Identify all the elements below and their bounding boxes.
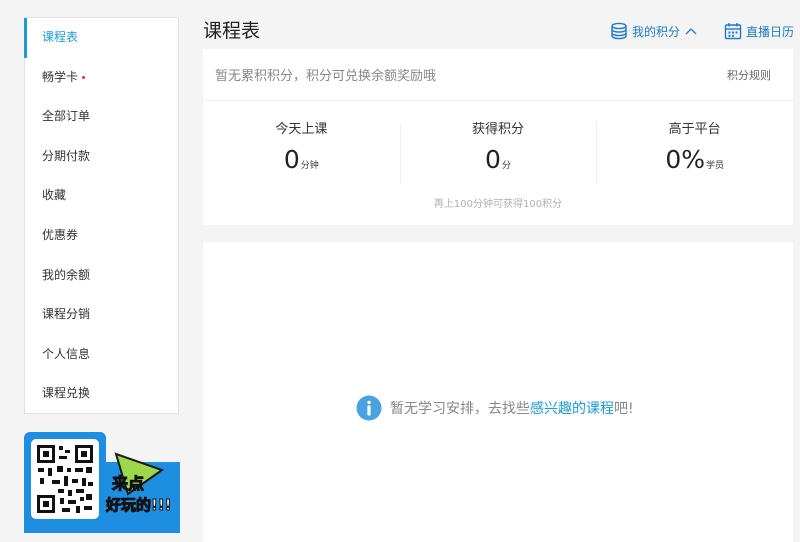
stat-value-wrap: 0分钟 [203,145,400,181]
my-points-label: 我的积分 [631,24,680,39]
stat-label: 获得积分 [472,122,525,137]
schedule-empty-card: 暂无学习安排，去找些 感兴趣的课程 吧! [203,242,793,542]
sidebar-item-label: 我的余额 [42,267,91,282]
sidebar-item-schedule[interactable]: 课程表 [24,18,178,58]
info-icon [356,395,382,421]
sidebar-item-coupons[interactable]: 优惠券 [25,216,178,256]
stat-label: 今天上课 [275,122,328,137]
points-card: 暂无累积积分，积分可兑换余额奖励哦 积分规则 今天上课 0分钟 获得积分 0分 … [203,49,793,225]
stat-label: 高于平台 [668,122,721,137]
stat-unit: 分钟 [300,161,319,171]
sidebar-item-all-orders[interactable]: 全部订单 [25,97,178,137]
promo-text-line1: 来点 [111,474,144,493]
sidebar-item-redeem[interactable]: 课程兑换 [25,374,178,414]
sidebar-item-label: 收藏 [42,188,67,203]
sidebar-item-distribution[interactable]: 课程分销 [25,295,178,335]
stat-unit: 分 [501,161,511,171]
my-points-dropdown[interactable]: 我的积分 [610,22,702,40]
sidebar-item-label: 分期付款 [42,148,91,163]
stat-value-wrap: 0分 [400,145,597,181]
stat-value: 0 [283,145,300,174]
coins-icon [611,22,627,40]
sidebar-item-label: 全部订单 [42,109,91,124]
points-rules-link[interactable]: 积分规则 [727,67,771,83]
sidebar-item-label: 课程兑换 [42,386,91,401]
sidebar-item-label: 个人信息 [42,346,91,361]
sidebar-item-label: 课程表 [42,30,79,44]
sidebar-item-favorites[interactable]: 收藏 [25,176,178,216]
empty-state-suffix: 吧! [614,401,634,417]
sidebar-item-label: 畅学卡 [42,69,79,84]
chevron-up-icon [685,28,697,35]
sidebar-item-label: 课程分销 [42,307,91,322]
sidebar-item-balance[interactable]: 我的余额 [25,256,178,296]
stat-value: 0 [485,145,501,174]
empty-state-message: 暂无学习安排，去找些 感兴趣的课程 吧! [356,395,634,421]
points-notice-text: 暂无累积积分，积分可兑换余额奖励哦 [215,69,437,84]
stat-points-earned: 获得积分 0分 [399,121,597,185]
points-stats: 今天上课 0分钟 获得积分 0分 高于平台 0%学员 [203,121,793,185]
stat-above-platform: 高于平台 0%学员 [596,121,793,185]
sidebar-item-study-card[interactable]: 畅学卡 [25,58,178,98]
sidebar-item-profile[interactable]: 个人信息 [25,335,178,375]
live-calendar-label: 直播日历 [745,24,794,39]
empty-state-prefix: 暂无学习安排，去找些 [390,401,530,417]
calendar-icon [724,23,742,40]
sidebar: 课程表 畅学卡 全部订单 分期付款 收藏 优惠券 我的余额 课程分销 个人信息 … [24,17,179,414]
points-notice-bar: 暂无累积积分，积分可兑换余额奖励哦 积分规则 [203,49,793,101]
stat-today-class: 今天上课 0分钟 [203,121,400,185]
promo-banner[interactable]: 来点 好玩的!!! [24,432,180,533]
promo-text-line2: 好玩的!!! [105,496,172,514]
points-progress-note: 再上100分钟可获得100积分 [433,199,563,210]
header-actions: 我的积分 直播日历 [610,22,794,40]
interesting-courses-link[interactable]: 感兴趣的课程 [530,398,614,418]
stat-unit: 学员 [706,161,725,171]
sidebar-item-label: 优惠券 [42,227,79,242]
new-dot-badge [82,75,86,79]
qr-code-icon [36,444,94,514]
page-title: 课程表 [203,20,261,42]
stat-value: 0% [665,145,705,174]
sidebar-item-installments[interactable]: 分期付款 [25,137,178,177]
live-calendar-link[interactable]: 直播日历 [724,22,794,40]
stat-value-wrap: 0%学员 [596,145,793,181]
